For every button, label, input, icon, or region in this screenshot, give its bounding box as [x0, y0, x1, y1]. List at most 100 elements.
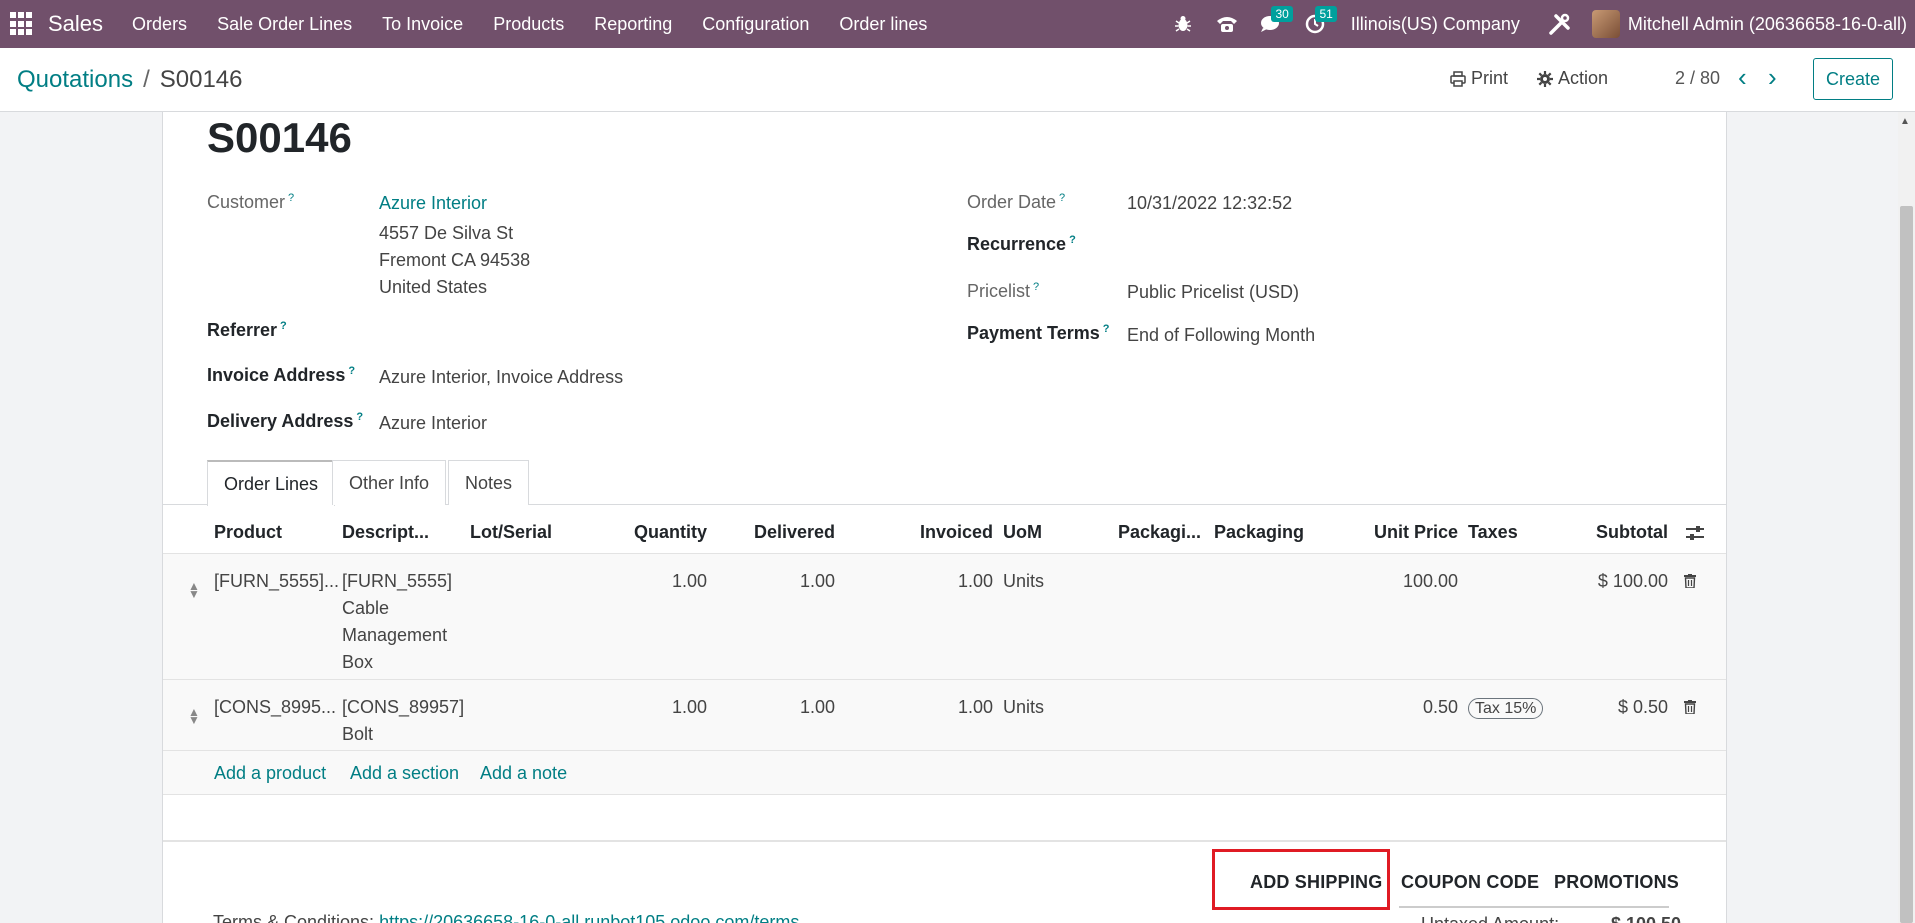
print-label: Print — [1471, 68, 1509, 88]
col-description[interactable]: Descript... — [342, 522, 429, 543]
add-shipping-highlight — [1212, 849, 1390, 910]
row-subtotal: $ 100.00 — [1597, 571, 1668, 591]
col-uom[interactable]: UoM — [1003, 522, 1042, 543]
breadcrumb-quotations[interactable]: Quotations — [17, 66, 133, 93]
drag-handle-icon[interactable]: ▲ ▼ — [188, 580, 200, 600]
customer-address-country: United States — [379, 277, 488, 297]
apps-grid-icon[interactable] — [10, 12, 34, 36]
user-menu[interactable]: Mitchell Admin (20636658-16-0-all) — [1628, 14, 1915, 35]
menu-sale-order-lines[interactable]: Sale Order Lines — [202, 14, 367, 35]
order-date-label: Order Date? — [967, 192, 1066, 212]
menu-to-invoice[interactable]: To Invoice — [367, 14, 478, 35]
customer-label: Customer? — [207, 192, 295, 212]
row-description-line[interactable]: [CONS_89957] — [342, 694, 464, 721]
terms-and-conditions: Terms & Conditions: https://20636658-16-… — [213, 912, 799, 923]
pager-value[interactable]: 2 / 80 — [1675, 68, 1720, 89]
messages-badge: 30 — [1271, 6, 1293, 22]
row-description-line[interactable]: Box — [342, 649, 373, 676]
row-unit-price[interactable]: 100.00 — [1303, 568, 1458, 595]
terms-label: Terms & Conditions: — [213, 912, 375, 923]
col-delivered[interactable]: Delivered — [707, 522, 835, 543]
table-row[interactable]: ▲ ▼ [FURN_5555]... [FURN_5555] Cable Mana… — [163, 553, 1726, 679]
payment-terms-field[interactable]: End of Following Month — [1127, 325, 1315, 346]
add-product-link[interactable]: Add a product — [214, 763, 326, 784]
help-icon: ? — [1033, 281, 1040, 293]
row-description-line[interactable]: [FURN_5555] — [342, 568, 452, 595]
row-unit-price[interactable]: 0.50 — [1303, 694, 1458, 721]
referrer-field[interactable] — [379, 314, 879, 344]
row-delivered[interactable]: 1.00 — [707, 568, 835, 595]
customer-link[interactable]: Azure Interior — [379, 193, 487, 214]
tools-icon[interactable] — [1538, 0, 1582, 48]
row-product[interactable]: [FURN_5555]... — [214, 568, 339, 595]
tab-notes[interactable]: Notes — [448, 460, 530, 505]
phone-icon[interactable] — [1205, 0, 1249, 48]
scrollbar-thumb[interactable] — [1900, 206, 1913, 923]
promotions-button[interactable]: PROMOTIONS — [1554, 872, 1679, 893]
terms-link[interactable]: https://20636658-16-0-all.runbot105.odoo… — [379, 912, 799, 923]
pager-next-icon[interactable]: › — [1768, 62, 1777, 93]
row-invoiced[interactable]: 1.00 — [835, 568, 993, 595]
delivery-address-label: Delivery Address? — [207, 411, 364, 431]
delivery-address-field[interactable]: Azure Interior — [379, 413, 487, 434]
row-quantity[interactable]: 1.00 — [563, 568, 707, 595]
order-date-field[interactable]: 10/31/2022 12:32:52 — [1127, 193, 1292, 214]
col-invoiced[interactable]: Invoiced — [835, 522, 993, 543]
coupon-code-button[interactable]: COUPON CODE — [1401, 872, 1539, 893]
chat-icon[interactable]: 30 — [1249, 0, 1293, 48]
pager-prev-icon[interactable]: ‹ — [1738, 62, 1747, 93]
col-packaging-qty[interactable]: Packagi... — [1118, 522, 1201, 543]
action-label: Action — [1558, 68, 1609, 88]
row-product[interactable]: [CONS_8995... — [214, 694, 336, 721]
table-row[interactable]: ▲ ▼ [CONS_8995... [CONS_89957] Bolt 1.00 … — [163, 679, 1726, 750]
bug-icon[interactable] — [1161, 0, 1205, 48]
scroll-up-icon[interactable]: ▲ — [1900, 116, 1910, 127]
tab-order-lines[interactable]: Order Lines — [207, 460, 336, 506]
menu-order-lines[interactable]: Order lines — [824, 14, 942, 35]
recurrence-field[interactable] — [1127, 230, 1627, 260]
row-delivered[interactable]: 1.00 — [707, 694, 835, 721]
row-uom[interactable]: Units — [1003, 694, 1044, 721]
invoice-address-field[interactable]: Azure Interior, Invoice Address — [379, 367, 623, 388]
col-product[interactable]: Product — [214, 522, 282, 543]
trash-icon[interactable] — [1684, 700, 1696, 714]
trash-icon[interactable] — [1684, 574, 1696, 588]
menu-reporting[interactable]: Reporting — [579, 14, 687, 35]
row-uom[interactable]: Units — [1003, 568, 1044, 595]
col-taxes[interactable]: Taxes — [1468, 522, 1518, 543]
row-description-line[interactable]: Cable — [342, 595, 389, 622]
add-note-link[interactable]: Add a note — [480, 763, 567, 784]
create-button[interactable]: Create — [1813, 58, 1893, 100]
row-invoiced[interactable]: 1.00 — [835, 694, 993, 721]
row-description-line[interactable]: Management — [342, 622, 447, 649]
totals-divider — [1399, 906, 1669, 908]
col-subtotal[interactable]: Subtotal — [1543, 522, 1668, 543]
company-switcher[interactable]: Illinois(US) Company — [1337, 14, 1538, 35]
menu-products[interactable]: Products — [478, 14, 579, 35]
avatar[interactable] — [1591, 10, 1620, 38]
col-unit-price[interactable]: Unit Price — [1303, 522, 1458, 543]
customer-address-city: Fremont CA 94538 — [379, 250, 531, 270]
help-icon: ? — [356, 411, 364, 423]
menu-configuration[interactable]: Configuration — [687, 14, 824, 35]
control-panel: Quotations / S00146 Print Action 2 / 80 ‹ … — [0, 48, 1915, 112]
referrer-label: Referrer? — [207, 320, 287, 340]
action-button[interactable]: Action — [1537, 68, 1608, 89]
col-packaging[interactable]: Packaging — [1214, 522, 1304, 543]
app-name[interactable]: Sales — [48, 11, 103, 37]
row-tax-badge[interactable]: Tax 15% — [1468, 694, 1544, 722]
col-lot-serial[interactable]: Lot/Serial — [470, 522, 552, 543]
row-quantity[interactable]: 1.00 — [563, 694, 707, 721]
menu-orders[interactable]: Orders — [117, 14, 202, 35]
row-description-line[interactable]: Bolt — [342, 721, 373, 748]
pricelist-label: Pricelist? — [967, 281, 1040, 301]
tab-other-info[interactable]: Other Info — [332, 460, 447, 505]
print-button[interactable]: Print — [1450, 68, 1508, 89]
col-quantity[interactable]: Quantity — [563, 522, 707, 543]
clock-icon[interactable]: 51 — [1293, 0, 1337, 48]
tax-pill[interactable]: Tax 15% — [1468, 698, 1544, 719]
pricelist-field[interactable]: Public Pricelist (USD) — [1127, 282, 1299, 303]
drag-handle-icon[interactable]: ▲ ▼ — [188, 706, 200, 726]
add-section-link[interactable]: Add a section — [350, 763, 459, 784]
optional-columns-icon[interactable] — [1685, 524, 1705, 542]
